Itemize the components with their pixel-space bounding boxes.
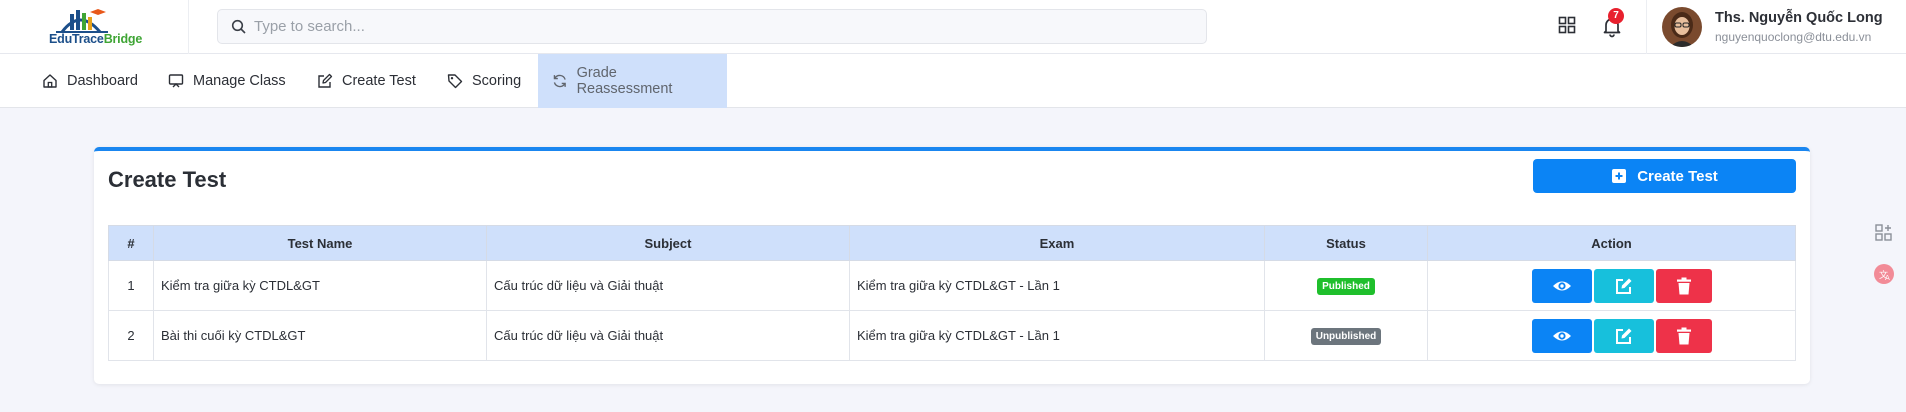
translate-icon[interactable]: 文 A <box>1873 263 1895 285</box>
plus-square-icon <box>1612 169 1627 183</box>
action-cell <box>1427 260 1796 311</box>
nav-item-create-test[interactable]: Create Test <box>317 54 416 108</box>
subject-cell: Cấu trúc dữ liệu và Giải thuật <box>486 260 850 311</box>
exam-cell: Kiểm tra giữa kỳ CTDL&GT - Lần 1 <box>849 310 1265 361</box>
presentation-icon <box>168 74 184 88</box>
edit-icon <box>1615 278 1631 294</box>
nav-item-grade-reassessment[interactable]: Grade Reassessment <box>538 54 727 108</box>
eye-icon <box>1552 331 1571 340</box>
nav-item-manage-class[interactable]: Manage Class <box>168 54 286 108</box>
view-button[interactable] <box>1531 268 1592 303</box>
add-widget-icon[interactable] <box>1873 222 1895 244</box>
apps-grid-icon[interactable] <box>1558 16 1576 34</box>
search-input[interactable] <box>254 10 1194 43</box>
test-name-cell: Bài thi cuối kỳ CTDL&GT <box>153 310 487 361</box>
notification-badge: 7 <box>1608 8 1624 24</box>
edit-button[interactable] <box>1593 268 1654 303</box>
edit-icon <box>1615 328 1631 344</box>
test-name-cell: Kiểm tra giữa kỳ CTDL&GT <box>153 260 487 311</box>
edit-icon <box>318 73 333 88</box>
exam-cell: Kiểm tra giữa kỳ CTDL&GT - Lần 1 <box>849 260 1265 311</box>
column-header: # <box>108 225 154 261</box>
tests-table: # Test Name Subject Exam Status Action 1… <box>108 225 1796 361</box>
search-icon <box>231 19 246 34</box>
column-header: Test Name <box>153 225 487 261</box>
nav-item-label: Manage Class <box>193 73 286 89</box>
row-number: 2 <box>108 310 154 361</box>
status-badge: Published <box>1317 277 1375 295</box>
column-header: Status <box>1264 225 1428 261</box>
edit-button[interactable] <box>1593 318 1654 353</box>
table-header-row: # Test Name Subject Exam Status Action <box>108 225 1796 261</box>
nav-item-dashboard[interactable]: Dashboard <box>42 54 138 108</box>
nav-item-scoring[interactable]: Scoring <box>447 54 521 108</box>
table-row: 2 Bài thi cuối kỳ CTDL&GT Cấu trúc dữ li… <box>108 310 1796 361</box>
refresh-icon <box>553 74 566 88</box>
nav-item-label: Dashboard <box>67 73 138 89</box>
search-bar[interactable] <box>217 9 1207 44</box>
main-nav: Dashboard Manage Class Create Test Scori… <box>0 54 1906 108</box>
nav-item-label: Scoring <box>472 73 522 89</box>
column-header: Subject <box>486 225 850 261</box>
row-number: 1 <box>108 260 154 311</box>
create-test-card: Create Test Create Test # Test Name Subj… <box>94 147 1810 384</box>
table-row: 1 Kiểm tra giữa kỳ CTDL&GT Cấu trúc dữ l… <box>108 260 1796 311</box>
svg-text:A: A <box>1885 274 1890 282</box>
trash-icon <box>1676 327 1691 344</box>
divider <box>1646 0 1647 54</box>
column-header: Action <box>1427 225 1796 261</box>
status-cell: Unpublished <box>1264 310 1428 361</box>
trash-icon <box>1676 277 1691 294</box>
divider <box>188 0 189 54</box>
nav-item-label: Create Test <box>342 73 416 89</box>
create-test-button-label: Create Test <box>1637 167 1718 185</box>
home-icon <box>43 74 57 88</box>
action-cell <box>1427 310 1796 361</box>
nav-item-label: Grade Reassessment <box>576 65 673 97</box>
create-test-button[interactable]: Create Test <box>1533 159 1796 193</box>
tag-icon <box>447 74 463 89</box>
user-email: nguyenquoclong@dtu.edu.vn <box>1715 30 1872 44</box>
view-button[interactable] <box>1531 318 1592 353</box>
user-name[interactable]: Ths. Nguyễn Quốc Long <box>1715 10 1883 26</box>
delete-button[interactable] <box>1655 318 1712 353</box>
eye-icon <box>1552 281 1571 290</box>
delete-button[interactable] <box>1655 268 1712 303</box>
app-logo-text: EduTraceBridge <box>49 32 143 46</box>
top-bar: EduTraceBridge 7 Ths. Nguyễn Quốc Long n… <box>0 0 1906 54</box>
page-title: Create Test <box>108 167 227 192</box>
column-header: Exam <box>849 225 1265 261</box>
subject-cell: Cấu trúc dữ liệu và Giải thuật <box>486 310 850 361</box>
avatar[interactable] <box>1662 7 1702 47</box>
status-cell: Published <box>1264 260 1428 311</box>
status-badge: Unpublished <box>1310 327 1382 345</box>
